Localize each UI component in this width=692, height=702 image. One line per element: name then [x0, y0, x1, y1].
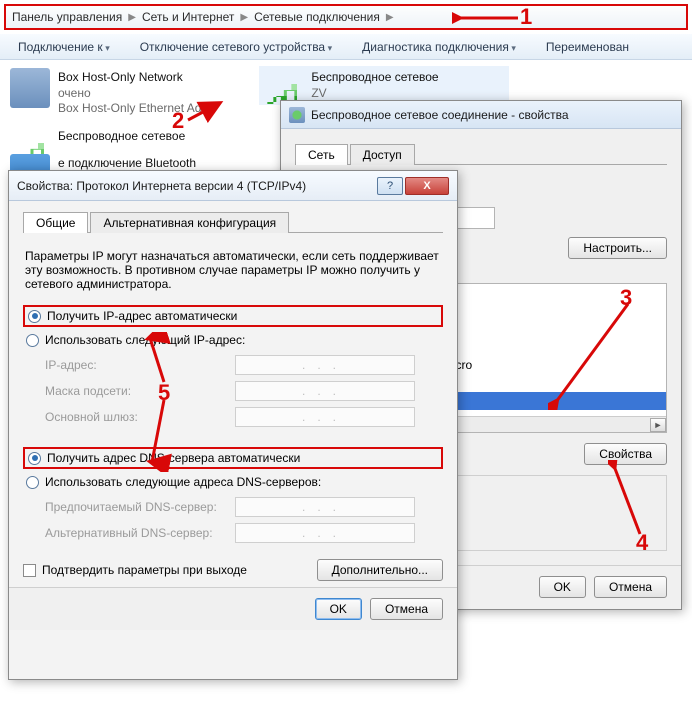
annotation-5: 5 — [158, 380, 170, 406]
scroll-right-icon[interactable]: ► — [650, 418, 666, 432]
titlebar[interactable]: Свойства: Протокол Интернета версии 4 (T… — [9, 171, 457, 201]
gateway-label: Основной шлюз: — [45, 410, 235, 424]
preferred-dns-field: ... — [235, 497, 415, 517]
breadcrumb[interactable]: Панель управления ▶ Сеть и Интернет ▶ Се… — [4, 4, 688, 30]
tab-strip: Сеть Доступ — [295, 143, 667, 165]
checkbox-icon — [23, 564, 36, 577]
connection-item[interactable]: Box Host-Only Network очено Box Host-Onl… — [6, 66, 256, 121]
ok-button[interactable]: OK — [315, 598, 362, 620]
preferred-dns-label: Предпочитаемый DNS-сервер: — [45, 500, 235, 514]
subnet-mask-field: ... — [235, 381, 415, 401]
gateway-field: ... — [235, 407, 415, 427]
cancel-button[interactable]: Отмена — [370, 598, 443, 620]
window-title: Беспроводное сетевое соединение - свойст… — [311, 108, 569, 122]
radio-use-ip[interactable]: Использовать следующий IP-адрес: — [23, 331, 443, 349]
radio-icon — [26, 476, 39, 489]
breadcrumb-item[interactable]: Сеть и Интернет — [142, 10, 234, 24]
wifi-icon — [289, 107, 305, 123]
titlebar[interactable]: Беспроводное сетевое соединение - свойст… — [281, 101, 681, 129]
tab-access[interactable]: Доступ — [350, 144, 415, 165]
toolbar-rename[interactable]: Переименован — [546, 40, 629, 54]
ipv4-properties-window: Свойства: Протокол Интернета версии 4 (T… — [8, 170, 458, 680]
validate-on-exit-check[interactable]: Подтвердить параметры при выходе Дополни… — [23, 559, 443, 581]
advanced-button[interactable]: Дополнительно... — [317, 559, 443, 581]
annotation-2: 2 — [172, 108, 184, 134]
properties-button[interactable]: Свойства — [584, 443, 667, 465]
cancel-button[interactable]: Отмена — [594, 576, 667, 598]
radio-obtain-ip-auto[interactable]: Получить IP-адрес автоматически — [23, 305, 443, 327]
ok-button[interactable]: OK — [539, 576, 586, 598]
toolbar-diagnose[interactable]: Диагностика подключения — [362, 40, 516, 54]
toolbar: Подключение к Отключение сетевого устрой… — [0, 34, 692, 60]
connection-name: Беспроводное сетевое — [58, 129, 256, 145]
close-button[interactable]: X — [405, 177, 449, 195]
chevron-right-icon: ▶ — [126, 12, 138, 23]
toolbar-connect[interactable]: Подключение к — [18, 40, 110, 54]
alt-dns-field: ... — [235, 523, 415, 543]
toolbar-disable[interactable]: Отключение сетевого устройства — [140, 40, 332, 54]
chevron-right-icon: ▶ — [238, 12, 250, 23]
configure-button[interactable]: Настроить... — [568, 237, 667, 259]
tab-general[interactable]: Общие — [23, 212, 88, 233]
connection-name: Беспроводное сетевое — [311, 70, 509, 86]
connection-status: очено — [58, 86, 256, 102]
tab-alt-config[interactable]: Альтернативная конфигурация — [90, 212, 289, 233]
connection-desc: ZV — [311, 86, 509, 102]
ip-address-field: ... — [235, 355, 415, 375]
subnet-mask-label: Маска подсети: — [45, 384, 235, 398]
connection-desc: Box Host-Only Ethernet Ad… — [58, 101, 256, 117]
annotation-1: 1 — [520, 4, 532, 30]
alt-dns-label: Альтернативный DNS-сервер: — [45, 526, 235, 540]
tab-network[interactable]: Сеть — [295, 144, 348, 165]
tab-strip: Общие Альтернативная конфигурация — [23, 211, 443, 233]
chevron-right-icon: ▶ — [384, 12, 396, 23]
connection-item[interactable]: Беспроводное сетевое — [6, 125, 256, 149]
radio-use-dns[interactable]: Использовать следующие адреса DNS-сервер… — [23, 473, 443, 491]
connection-name: Box Host-Only Network — [58, 70, 256, 86]
radio-icon — [28, 310, 41, 323]
annotation-4: 4 — [636, 530, 648, 556]
description-text: Параметры IP могут назначаться автоматич… — [23, 245, 443, 301]
breadcrumb-item[interactable]: Сетевые подключения — [254, 10, 380, 24]
annotation-3: 3 — [620, 285, 632, 311]
radio-icon — [26, 334, 39, 347]
radio-icon — [28, 452, 41, 465]
help-button[interactable]: ? — [377, 177, 403, 195]
radio-obtain-dns-auto[interactable]: Получить адрес DNS-сервера автоматически — [23, 447, 443, 469]
window-title: Свойства: Протокол Интернета версии 4 (T… — [17, 179, 306, 193]
network-lan-icon — [10, 68, 50, 108]
breadcrumb-item[interactable]: Панель управления — [12, 10, 122, 24]
ip-address-label: IP-адрес: — [45, 358, 235, 372]
